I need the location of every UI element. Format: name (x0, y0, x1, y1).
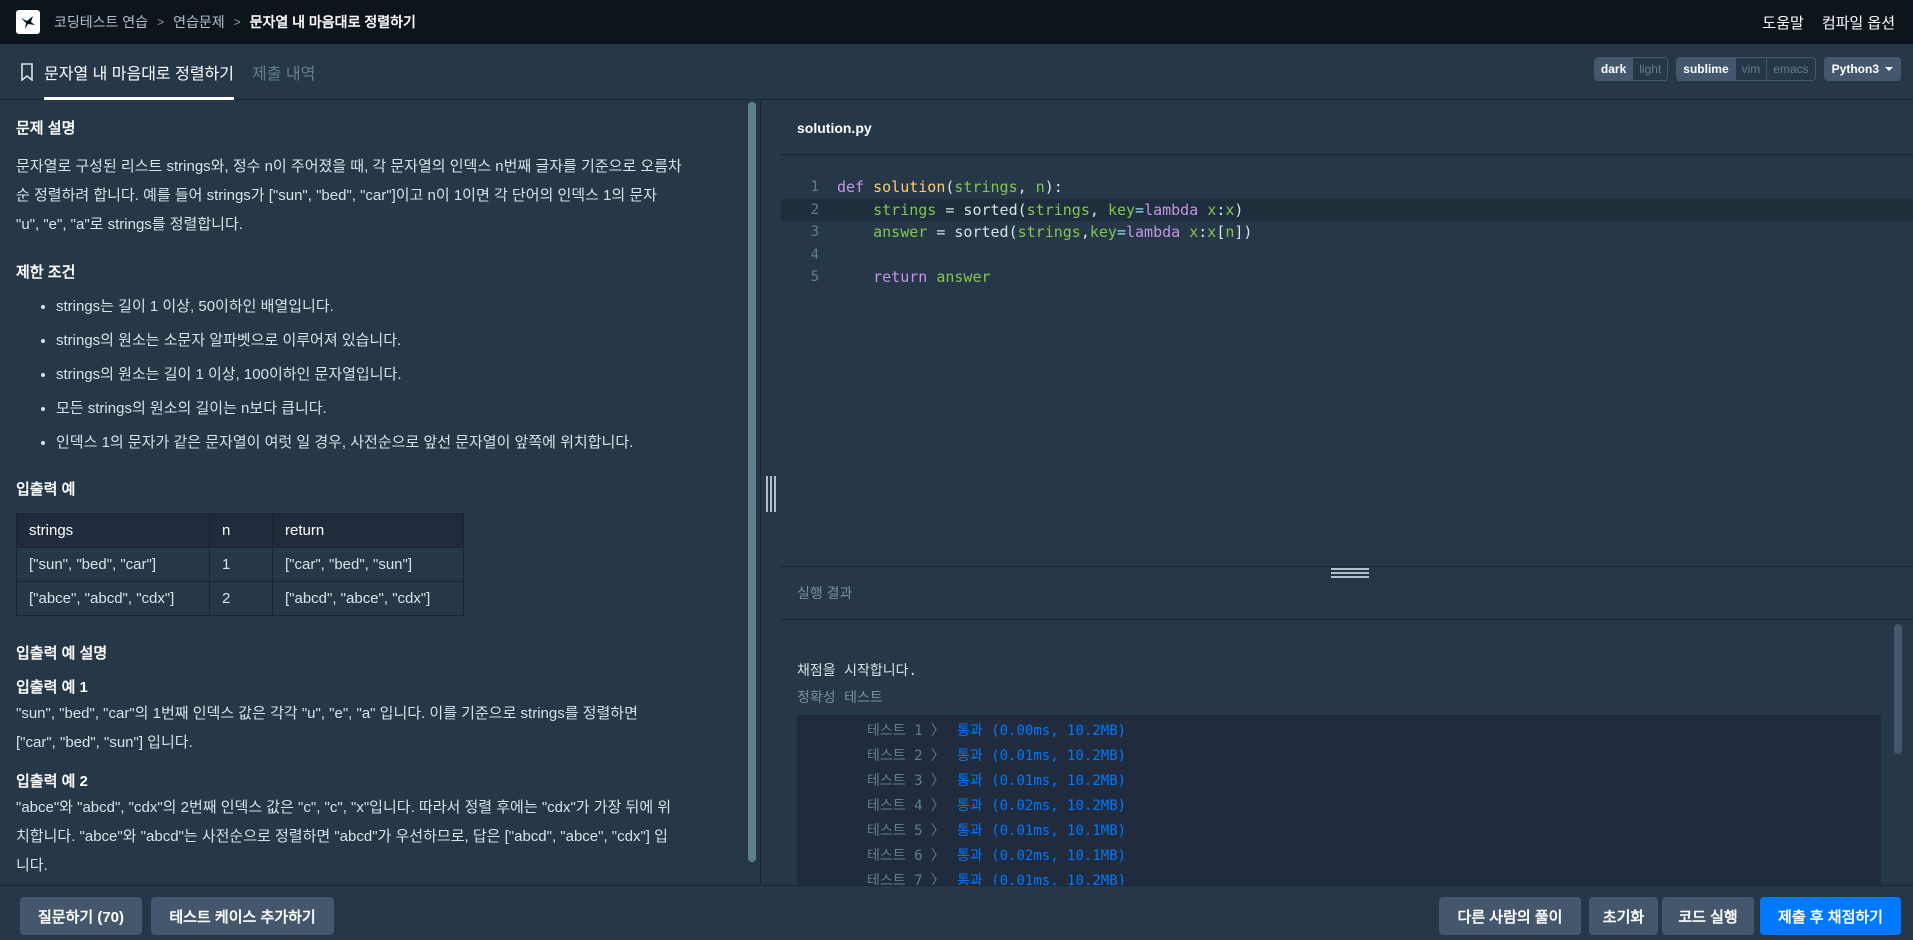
keymap-toggle: sublime vim emacs (1676, 57, 1816, 81)
constraints-title: 제한 조건 (16, 264, 76, 281)
code-editor[interactable]: 1 def solution(strings, n): 2 strings = … (781, 156, 1913, 566)
table-cell: ["car", "bed", "sun"] (272, 547, 464, 582)
example-1-title: 입출력 예 1 (16, 679, 88, 696)
horizontal-resize-handle-icon[interactable] (1331, 568, 1369, 578)
result-scrollbar[interactable] (1894, 624, 1902, 754)
submit-button[interactable]: 제출 후 채점하기 (1760, 897, 1901, 935)
example-1-line: ["car", "bed", "sun"] 입니다. (16, 734, 193, 751)
caret-down-icon (1885, 67, 1893, 71)
code-line[interactable]: 1 def solution(strings, n): (781, 176, 1913, 199)
others-solutions-button[interactable]: 다른 사람의 풀이 (1439, 897, 1581, 935)
chevron-right-icon: > (157, 15, 165, 29)
grading-start-text: 채점을 시작합니다. (797, 663, 917, 679)
table-header: strings (16, 513, 210, 548)
constraint-item: 인덱스 1의 문자가 같은 문자열이 여럿 일 경우, 사전순으로 앞선 문자열… (56, 426, 734, 460)
reset-button[interactable]: 초기화 (1589, 897, 1658, 935)
keymap-emacs-option[interactable]: emacs (1766, 58, 1815, 80)
line-number: 1 (810, 179, 819, 196)
editor-filename: solution.py (797, 119, 872, 136)
example-2-title: 입출력 예 2 (16, 773, 88, 790)
desc-title: 문제 설명 (16, 120, 76, 137)
example-1-line: "sun", "bed", "car"의 1번째 인덱스 값은 각각 "u", … (16, 705, 638, 722)
run-code-button[interactable]: 코드 실행 (1662, 897, 1754, 935)
keymap-vim-option[interactable]: vim (1734, 58, 1767, 80)
table-header: return (272, 513, 464, 548)
test-row: 테스트 5 〉 통과 (0.01ms, 10.1MB) (867, 822, 1127, 839)
code-line[interactable]: 5 return answer (781, 266, 1913, 289)
desc-line: 순 정렬하려 합니다. 예를 들어 strings가 ["sun", "bed"… (16, 187, 657, 204)
accuracy-test-label: 정확성 테스트 (797, 690, 883, 706)
constraints-list: strings는 길이 1 이상, 50이하인 배열입니다. strings의 … (56, 290, 734, 460)
example-2-line: 치합니다. "abce"와 "abcd"는 사전순으로 정렬하면 "abcd"가… (16, 828, 668, 845)
editor-header: solution.py (781, 101, 1913, 155)
programmers-logo-icon[interactable] (16, 10, 40, 34)
test-row: 테스트 4 〉 통과 (0.02ms, 10.2MB) (867, 797, 1127, 814)
bookmark-icon[interactable] (20, 62, 34, 81)
breadcrumb-current: 문자열 내 마음대로 정렬하기 (249, 14, 416, 30)
bottom-action-bar: 질문하기 (70) 테스트 케이스 추가하기 다른 사람의 풀이 초기화 코드 … (0, 885, 1913, 940)
table-row: ["sun", "bed", "car"] 1 ["car", "bed", "… (16, 547, 464, 582)
test-row: 테스트 2 〉 통과 (0.01ms, 10.2MB) (867, 747, 1127, 764)
tab-submissions[interactable]: 제출 내역 (252, 44, 315, 100)
constraint-item: strings는 길이 1 이상, 50이하인 배열입니다. (56, 290, 734, 324)
desc-line: 문자열로 구성된 리스트 strings와, 정수 n이 주어졌을 때, 각 문… (16, 158, 682, 175)
theme-toggle: dark light (1593, 57, 1669, 81)
result-title: 실행 결과 (797, 585, 853, 601)
help-link[interactable]: 도움말 (1762, 12, 1803, 33)
example-2-line: 니다. (16, 857, 48, 874)
theme-dark-option[interactable]: dark (1594, 58, 1633, 80)
io-table: strings n return ["sun", "bed", "car"] 1… (16, 513, 464, 616)
language-select[interactable]: Python3 (1823, 57, 1901, 81)
breadcrumb-coding-test[interactable]: 코딩테스트 연습 > (54, 12, 173, 32)
table-row: ["abce", "abcd", "cdx"] 2 ["abcd", "abce… (16, 581, 464, 616)
keymap-sublime-option[interactable]: sublime (1677, 58, 1735, 80)
table-header: n (209, 513, 273, 548)
code-line[interactable]: 3 answer = sorted(strings,key=lambda x:x… (781, 221, 1913, 244)
breadcrumb-practice[interactable]: 연습문제 > (173, 12, 250, 32)
table-cell: 2 (209, 581, 273, 616)
line-number: 2 (810, 201, 819, 218)
test-row: 테스트 1 〉 통과 (0.00ms, 10.2MB) (867, 722, 1127, 739)
code-line[interactable]: 4 (781, 244, 1913, 267)
constraint-item: 모든 strings의 원소의 길이는 n보다 큽니다. (56, 392, 734, 426)
problem-scrollbar[interactable] (748, 102, 756, 862)
line-number: 3 (810, 224, 819, 241)
vertical-resize-handle-icon[interactable] (766, 476, 776, 512)
theme-light-option[interactable]: light (1632, 58, 1668, 80)
compile-options-link[interactable]: 컴파일 옵션 (1822, 12, 1895, 33)
test-row: 테스트 6 〉 통과 (0.02ms, 10.1MB) (867, 847, 1127, 864)
language-label: Python3 (1831, 62, 1879, 76)
table-cell: ["sun", "bed", "car"] (16, 547, 210, 582)
table-cell: ["abcd", "abce", "cdx"] (272, 581, 464, 616)
result-console: 채점을 시작합니다. 정확성 테스트 테스트 1 〉 통과 (0.00ms, 10… (781, 621, 1913, 895)
desc-line: "u", "e", "a"로 strings를 정렬합니다. (16, 216, 243, 233)
test-results-list: 테스트 1 〉 통과 (0.00ms, 10.2MB) 테스트 2 〉 통과 (0.… (797, 715, 1881, 895)
table-header-row: strings n return (16, 513, 464, 548)
io-title: 입출력 예 (16, 481, 76, 498)
line-number: 4 (810, 246, 819, 263)
chevron-right-icon: > (233, 15, 241, 29)
table-cell: ["abce", "abcd", "cdx"] (16, 581, 210, 616)
ask-question-button[interactable]: 질문하기 (70) (20, 897, 142, 935)
table-cell: 1 (209, 547, 273, 582)
code-line-active[interactable]: 2 strings = sorted(strings, key=lambda x… (781, 198, 1913, 221)
test-row: 테스트 3 〉 통과 (0.01ms, 10.2MB) (867, 772, 1127, 789)
constraint-item: strings의 원소는 길이 1 이상, 100이하인 문자열입니다. (56, 358, 734, 392)
io-explain-title: 입출력 예 설명 (16, 645, 108, 662)
problem-panel: 문제 설명 문자열로 구성된 리스트 strings와, 정수 n이 주어졌을 … (0, 101, 750, 885)
line-number: 5 (810, 269, 819, 286)
add-testcase-button[interactable]: 테스트 케이스 추가하기 (151, 897, 334, 935)
tab-bar: 문자열 내 마음대로 정렬하기 제출 내역 dark light sublime… (0, 44, 1913, 100)
tab-problem[interactable]: 문자열 내 마음대로 정렬하기 (44, 44, 234, 100)
constraint-item: strings의 원소는 소문자 알파벳으로 이루어져 있습니다. (56, 324, 734, 358)
top-navbar: 코딩테스트 연습 > 연습문제 > 문자열 내 마음대로 정렬하기 도움말 컴파일 … (0, 0, 1913, 44)
example-2-line: "abce"와 "abcd", "cdx"의 2번째 인덱스 값은 "c", "… (16, 799, 672, 816)
